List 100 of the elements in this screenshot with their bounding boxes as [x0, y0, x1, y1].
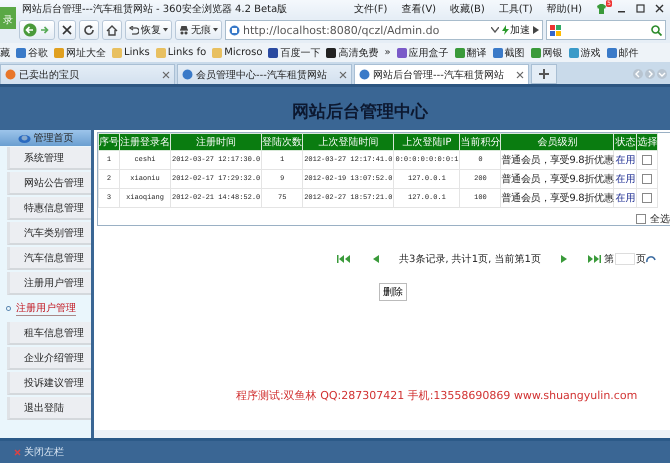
bookmark-link[interactable]: 网银	[542, 46, 563, 60]
page-label: 第	[604, 253, 614, 266]
table-cell: 普通会员，享受9.8折优惠	[500, 150, 614, 170]
browser-tab[interactable]: 会员管理中心---汽车租赁网站	[177, 64, 352, 84]
column-header: 上次登陆IP	[394, 134, 460, 150]
caret-icon	[163, 28, 168, 32]
google-icon	[550, 24, 561, 36]
bookmark-icon	[54, 48, 64, 58]
bookmark-icon	[212, 48, 222, 58]
menu-item[interactable]: 收藏(B)	[450, 2, 485, 16]
undo-arrow-icon	[129, 26, 139, 34]
bookmarks-menu[interactable]: 藏	[0, 46, 10, 60]
bookmark-link[interactable]: 百度一下	[280, 46, 320, 60]
close-icon[interactable]	[516, 70, 524, 78]
go-icon[interactable]	[646, 255, 656, 263]
close-icon[interactable]	[655, 4, 664, 13]
bookmark-link[interactable]: 网址大全	[66, 46, 106, 60]
first-page-icon[interactable]	[337, 255, 351, 263]
column-header: 登陆次数	[262, 134, 303, 150]
column-header: 注册时间	[170, 134, 262, 150]
table-cell: 普通会员，享受9.8折优惠	[500, 188, 614, 208]
page-title: 网站后台管理中心	[292, 101, 428, 123]
sidebar-item[interactable]: 注册用户管理	[16, 302, 76, 316]
column-header: 会员级别	[500, 134, 614, 150]
menu-item[interactable]: 查看(V)	[401, 2, 436, 16]
status-link[interactable]: 在用	[614, 150, 637, 170]
home-link[interactable]: 管理首页	[0, 130, 91, 146]
sidebar-item[interactable]: 汽车信息管理	[7, 247, 91, 270]
sidebar-item[interactable]: 租车信息管理	[7, 322, 91, 345]
last-page-icon[interactable]	[586, 255, 601, 263]
status-link[interactable]: 在用	[614, 170, 637, 188]
bookmark-icon	[326, 48, 336, 58]
close-sidebar-link[interactable]: 关闭左栏	[24, 445, 64, 459]
page-number-field[interactable]	[614, 253, 635, 265]
bookmark-link[interactable]: 高清免费	[338, 46, 378, 60]
address-field[interactable]: http://localhost:8080/qczl/Admin.do 加速	[225, 20, 543, 40]
footer-text: 程序测试:双鱼林 QQ:287307421 手机:13558690869 www.shuangyulin.com	[236, 388, 638, 403]
next-page-icon[interactable]	[560, 255, 567, 263]
column-header: 状态	[614, 134, 637, 150]
search-icon[interactable]	[651, 24, 662, 36]
bookmark-icon	[16, 48, 26, 58]
row-checkbox[interactable]	[642, 193, 652, 203]
maximize-icon[interactable]	[636, 4, 645, 13]
sidebar-item[interactable]: 网站公告管理	[7, 172, 91, 195]
bookmark-link[interactable]: Microso	[224, 47, 262, 58]
bookmark-link[interactable]: 截图	[504, 46, 525, 60]
sidebar-item[interactable]: 系统管理	[7, 147, 91, 170]
column-header: 上次登陆时间	[302, 134, 394, 150]
refresh-icon	[83, 24, 95, 36]
row-checkbox[interactable]	[642, 155, 652, 165]
sidebar-item[interactable]: 特惠信息管理	[7, 197, 91, 220]
bookmark-link[interactable]: Links fo	[168, 47, 206, 58]
bookmark-link[interactable]: 邮件	[618, 46, 639, 60]
bookmark-icon	[530, 48, 541, 58]
sidebar-item[interactable]: 企业介绍管理	[7, 347, 91, 370]
delete-button[interactable]: 删除	[379, 283, 407, 301]
refresh-button[interactable]	[79, 20, 99, 40]
caret-icon	[213, 28, 218, 32]
bullet-icon	[6, 306, 11, 311]
sidebar-item[interactable]: 投诉建议管理	[7, 372, 91, 395]
browser-tab[interactable]: 已卖出的宝贝	[0, 64, 175, 84]
incognito-button[interactable]: 无痕	[175, 20, 222, 40]
sidebar-item[interactable]: 退出登陆	[7, 397, 91, 420]
bookmark-link[interactable]: Links	[124, 47, 150, 58]
select-all-label: 全选	[650, 212, 670, 226]
bookmark-icon	[268, 48, 278, 58]
page-icon	[5, 69, 16, 80]
window-title: 网站后台管理---汽车租赁网站 - 360安全浏览器 4.2 Beta版	[21, 2, 288, 16]
sidebar-item[interactable]: 注册用户管理	[7, 272, 91, 295]
shirt-icon[interactable]	[596, 4, 607, 14]
bookmark-link[interactable]: 谷歌	[28, 46, 48, 60]
status-link[interactable]: 在用	[614, 188, 637, 208]
back-arrow-icon	[23, 23, 37, 37]
new-tab-button[interactable]	[531, 64, 557, 84]
browser-tab[interactable]: 网站后台管理---汽车租赁网站	[354, 64, 529, 84]
bookmark-link[interactable]: 翻译	[466, 46, 487, 60]
forward-arrow-icon	[39, 25, 51, 35]
menu-item[interactable]: 工具(T)	[498, 2, 533, 16]
column-header: 注册登录名	[120, 134, 170, 150]
home-button[interactable]	[102, 20, 122, 40]
previous-page-icon[interactable]	[373, 255, 379, 263]
play-icon[interactable]	[533, 26, 539, 34]
stop-button[interactable]	[58, 20, 76, 40]
dropdown-icon[interactable]	[491, 27, 499, 33]
bookmark-link[interactable]: 游戏	[580, 46, 601, 60]
stop-icon	[62, 25, 72, 35]
sidebar-item[interactable]: 汽车类别管理	[7, 222, 91, 245]
speed-up-link[interactable]: 加速	[510, 23, 530, 37]
column-header: 选择	[636, 134, 658, 150]
menu-item[interactable]: 文件(F)	[354, 2, 388, 16]
bookmark-icon	[568, 48, 579, 58]
row-checkbox[interactable]	[642, 174, 652, 184]
restore-button[interactable]: 恢复	[125, 20, 172, 40]
menu-item[interactable]: 帮助(H)	[546, 2, 582, 16]
bookmark-link[interactable]: 应用盒子	[408, 46, 449, 60]
bookmark-link[interactable]: »	[384, 47, 391, 58]
table-cell: 普通会员，享受9.8折优惠	[500, 170, 614, 188]
bookmark-icon	[156, 48, 166, 58]
select-all-checkbox[interactable]	[636, 214, 646, 224]
search-field[interactable]	[546, 20, 666, 40]
